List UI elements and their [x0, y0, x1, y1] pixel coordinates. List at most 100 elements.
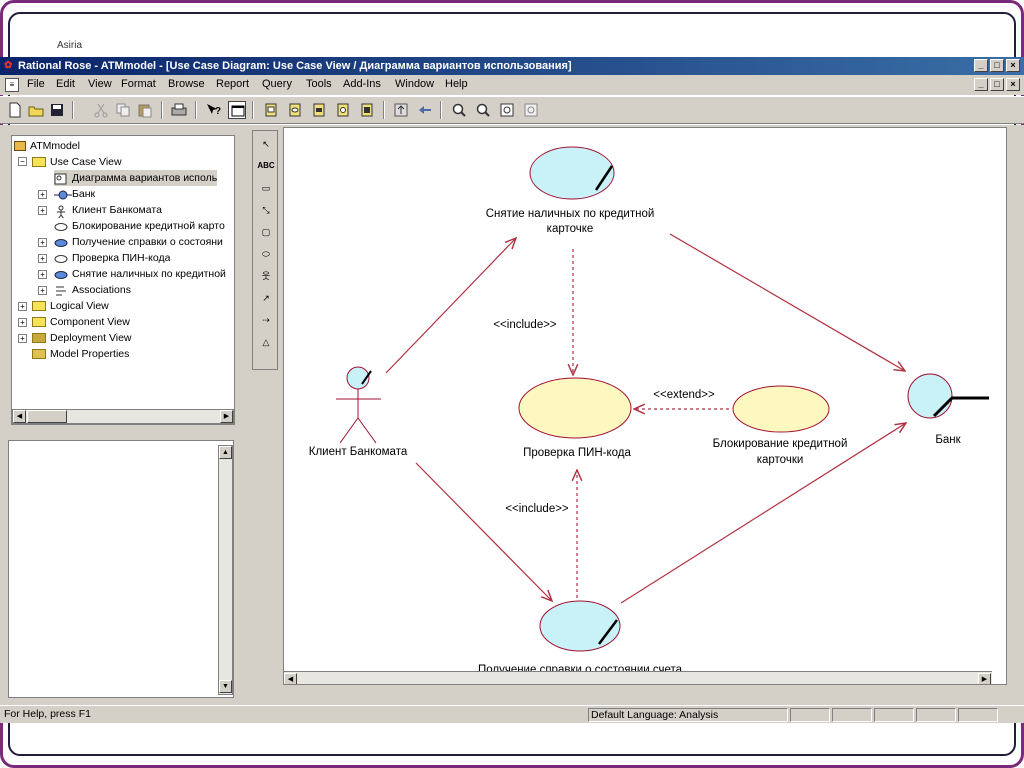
properties-icon — [32, 349, 46, 360]
print-icon[interactable] — [170, 101, 188, 119]
actor-bank[interactable] — [907, 373, 989, 419]
mdi-close-button[interactable]: × — [1006, 78, 1020, 91]
maximize-button[interactable]: □ — [990, 59, 1004, 72]
expand-toggle[interactable]: + — [18, 334, 27, 343]
tree-item-root[interactable]: ATMmodel — [14, 138, 80, 154]
menu-format[interactable]: Format — [121, 78, 156, 90]
tree-horizontal-scrollbar[interactable]: ◀ ▶ — [12, 409, 234, 424]
scroll-left-arrow[interactable]: ◀ — [284, 673, 297, 684]
usecase-withdraw[interactable] — [529, 146, 615, 200]
association-withdraw-bank[interactable] — [669, 233, 905, 371]
note-icon[interactable]: ▭ — [257, 179, 275, 197]
menu-edit[interactable]: Edit — [56, 78, 75, 90]
menu-help[interactable]: Help — [445, 78, 468, 90]
doc-vertical-scrollbar[interactable]: ▲ ▼ — [218, 445, 233, 695]
expand-toggle[interactable]: + — [38, 190, 47, 199]
browse-component-icon[interactable] — [310, 101, 328, 119]
scroll-right-arrow[interactable]: ▶ — [978, 673, 991, 684]
tree-item-logical-view[interactable]: Logical View — [32, 298, 109, 314]
scroll-thumb[interactable] — [27, 410, 67, 423]
mdi-restore-button[interactable]: □ — [990, 78, 1004, 91]
use-case-icon[interactable]: ⬭ — [257, 245, 275, 263]
tree-item-component-view[interactable]: Component View — [32, 314, 130, 330]
unidirectional-association-icon[interactable]: ↗ — [257, 289, 275, 307]
expand-toggle[interactable]: + — [38, 206, 47, 215]
diagram-canvas[interactable]: Снятие наличных по кредитной карточке Пр… — [283, 127, 1007, 685]
canvas-horizontal-scrollbar[interactable]: ◀ ▶ — [284, 671, 992, 684]
close-button[interactable]: × — [1006, 59, 1020, 72]
paste-icon[interactable] — [136, 101, 154, 119]
documentation-pane[interactable]: ▲ ▼ — [8, 440, 234, 698]
expand-toggle[interactable]: + — [18, 302, 27, 311]
copy-icon[interactable] — [114, 101, 132, 119]
scroll-left-arrow[interactable]: ◀ — [13, 410, 26, 423]
dependency-icon[interactable]: ⇢ — [257, 311, 275, 329]
association-balance-bank[interactable] — [620, 423, 906, 604]
usecase-balance[interactable] — [539, 600, 621, 652]
generalization-icon[interactable]: △ — [257, 333, 275, 351]
status-bar: For Help, press F1 Default Language: Ana… — [0, 705, 1024, 723]
actor-client[interactable] — [336, 366, 381, 444]
use-case-icon — [54, 221, 68, 232]
association-client-withdraw[interactable] — [385, 238, 516, 374]
menu-view[interactable]: View — [88, 78, 112, 90]
menu-file[interactable]: File — [27, 78, 45, 90]
open-folder-icon[interactable] — [27, 101, 45, 119]
anchor-note-icon[interactable]: ⤡ — [257, 201, 275, 219]
menu-tools[interactable]: Tools — [306, 78, 332, 90]
new-file-icon[interactable] — [6, 101, 24, 119]
document-icon[interactable]: ≡ — [5, 78, 19, 92]
browse-class-icon[interactable] — [262, 101, 280, 119]
tree-item-model-properties[interactable]: Model Properties — [32, 346, 129, 362]
menu-report[interactable]: Report — [216, 78, 249, 90]
tree-item-use-case-view[interactable]: Use Case View — [32, 154, 122, 170]
zoom-out-icon[interactable] — [474, 101, 492, 119]
window-title-bar[interactable]: ✿ Rational Rose - ATMmodel - [Use Case D… — [0, 57, 1024, 75]
expand-toggle[interactable]: + — [38, 270, 47, 279]
association-client-balance[interactable] — [415, 462, 552, 601]
view-doc-icon[interactable] — [228, 101, 246, 119]
tree-item-client[interactable]: Клиент Банкомата — [54, 202, 162, 218]
minimize-button[interactable]: _ — [974, 59, 988, 72]
text-box-icon[interactable]: ABC — [257, 157, 275, 175]
expand-toggle[interactable]: + — [38, 254, 47, 263]
browse-usecase-icon[interactable] — [286, 101, 304, 119]
back-arrow-icon[interactable] — [416, 101, 434, 119]
package-icon[interactable]: ▢ — [257, 223, 275, 241]
browse-previous-icon[interactable] — [392, 101, 410, 119]
tree-item-block[interactable]: Блокирование кредитной карто — [54, 218, 225, 234]
actor-icon[interactable]: 웃 — [257, 267, 275, 285]
tree-item-associations[interactable]: Associations — [54, 282, 131, 298]
status-cell-5 — [958, 708, 998, 722]
expand-toggle[interactable]: + — [38, 286, 47, 295]
tree-item-bank[interactable]: Банк — [54, 186, 95, 202]
scroll-down-arrow[interactable]: ▼ — [219, 680, 232, 693]
menu-browse[interactable]: Browse — [168, 78, 205, 90]
cut-icon[interactable] — [92, 101, 110, 119]
tree-item-diagram[interactable]: Диаграмма вариантов исполь — [54, 170, 218, 186]
mdi-minimize-button[interactable]: _ — [974, 78, 988, 91]
menu-query[interactable]: Query — [262, 78, 292, 90]
menu-add-ins[interactable]: Add-Ins — [343, 78, 381, 90]
tree-item-pin[interactable]: Проверка ПИН-кода — [54, 250, 170, 266]
status-cell-2 — [832, 708, 872, 722]
tree-item-withdraw[interactable]: Снятие наличных по кредитной — [54, 266, 226, 282]
scroll-right-arrow[interactable]: ▶ — [220, 410, 233, 423]
menu-window[interactable]: Window — [395, 78, 434, 90]
tree-item-balance[interactable]: Получение справки о состояни — [54, 234, 223, 250]
collapse-toggle[interactable]: − — [18, 157, 27, 166]
zoom-in-icon[interactable] — [450, 101, 468, 119]
usecase-pin[interactable] — [518, 377, 632, 439]
tree-item-deployment-view[interactable]: Deployment View — [32, 330, 132, 346]
context-help-icon[interactable]: ? — [204, 101, 222, 119]
browse-deployment-icon[interactable] — [334, 101, 352, 119]
expand-toggle[interactable]: + — [38, 238, 47, 247]
selection-arrow-icon[interactable]: ↖ — [257, 135, 275, 153]
browse-parent-icon[interactable] — [358, 101, 376, 119]
fit-window-icon[interactable] — [498, 101, 516, 119]
undo-fit-icon[interactable] — [522, 101, 540, 119]
expand-toggle[interactable]: + — [18, 318, 27, 327]
scroll-up-arrow[interactable]: ▲ — [219, 446, 232, 459]
save-icon[interactable] — [48, 101, 66, 119]
usecase-block[interactable] — [732, 385, 830, 433]
